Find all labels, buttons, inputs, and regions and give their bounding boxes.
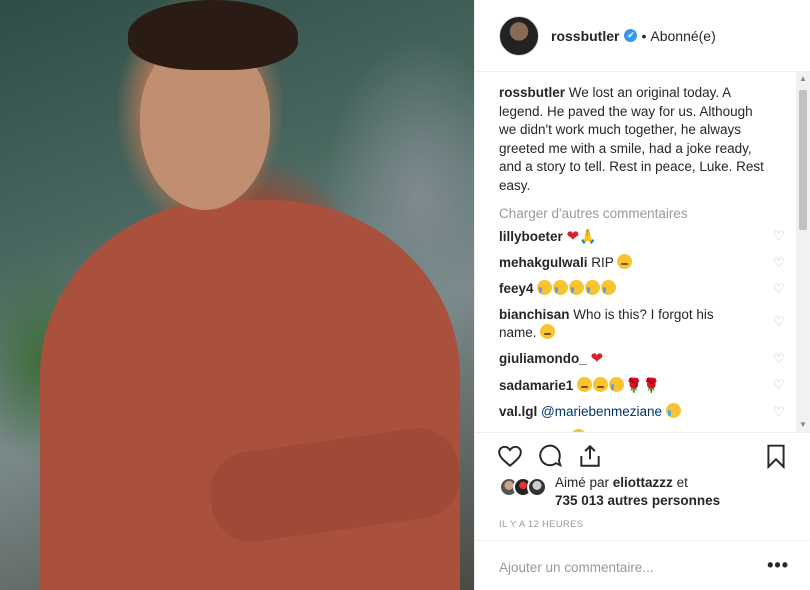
sad-emoji <box>617 254 633 269</box>
caption-text: We lost an original today. A legend. He … <box>499 85 764 193</box>
crying-emoji <box>585 280 601 295</box>
pray-emoji: 🙏 <box>579 228 597 244</box>
comment-row: feey4 ♡ <box>499 278 785 300</box>
bookmark-icon[interactable] <box>763 443 789 469</box>
post-caption: rossbutler We lost an original today. A … <box>499 84 769 195</box>
comments-section[interactable]: rossbutler We lost an original today. A … <box>475 72 810 432</box>
likes-count[interactable]: 735 013 autres personnes <box>555 493 720 508</box>
broken-heart-emoji: ❤ <box>566 228 580 245</box>
like-heart-icon[interactable]: ♡ <box>773 378 785 391</box>
comment-row: mehakgulwali RIP ♡ <box>499 252 785 274</box>
crying-emoji <box>537 280 553 295</box>
post-timestamp[interactable]: IL Y A 12 HEURES <box>499 519 583 530</box>
heart-icon[interactable] <box>497 443 523 469</box>
add-comment-input[interactable]: Ajouter un commentaire... <box>499 560 654 575</box>
liker-avatars <box>499 477 551 499</box>
comment-username[interactable]: val.lgl <box>499 404 537 419</box>
separator-dot: • <box>641 27 647 44</box>
comment-row: lillyboeter ❤🙏 ♡ <box>499 225 785 248</box>
crying-emoji <box>553 280 569 295</box>
comment-row: bianchisan Who is this? I forgot his nam… <box>499 304 785 344</box>
post-actions <box>475 432 810 478</box>
comment-username[interactable]: lillyboeter <box>499 229 563 244</box>
sad-emoji <box>593 377 609 392</box>
like-heart-icon[interactable]: ♡ <box>773 315 785 328</box>
comment-mention-link[interactable]: @mariebenmeziane <box>541 404 662 419</box>
scroll-down-arrow-icon[interactable]: ▼ <box>799 421 807 429</box>
comment-username[interactable]: sadamarie1 <box>499 378 573 393</box>
like-heart-icon[interactable]: ♡ <box>773 229 785 242</box>
scrollbar-thumb[interactable] <box>799 90 807 230</box>
like-heart-icon[interactable]: ♡ <box>773 405 785 418</box>
follow-status[interactable]: Abonné(e) <box>650 28 715 44</box>
likes-text: Aimé par eliottazzz et 735 013 autres pe… <box>555 474 720 514</box>
scroll-up-arrow-icon[interactable]: ▲ <box>799 75 807 83</box>
author-username[interactable]: rossbutler <box>551 28 619 44</box>
sad-emoji <box>540 324 556 339</box>
comment-icon[interactable] <box>537 443 563 469</box>
liker-username[interactable]: eliottazzz <box>613 475 673 490</box>
photo-hair <box>128 0 298 70</box>
comment-row: giuliamondo_ ❤ ♡ <box>499 348 785 370</box>
load-more-comments-button[interactable]: Charger d'autres commentaires <box>499 206 810 221</box>
likes-summary[interactable]: Aimé par eliottazzz et 735 013 autres pe… <box>499 474 799 514</box>
likes-prefix: Aimé par <box>555 475 610 490</box>
comment-username[interactable]: mehakgulwali <box>499 255 588 270</box>
crying-emoji <box>569 280 585 295</box>
post-photo[interactable] <box>0 0 474 590</box>
broken-heart-emoji: ❤ <box>590 350 604 367</box>
crying-emoji <box>601 280 617 295</box>
share-icon[interactable] <box>577 443 603 469</box>
comment-row: sadamarie1 🌹🌹 ♡ <box>499 374 785 397</box>
post-panel: rossbutler ✔ • Abonné(e) rossbutler We l… <box>474 0 810 590</box>
likes-connector: et <box>676 475 688 490</box>
comment-username[interactable]: feey4 <box>499 281 534 296</box>
author-avatar[interactable] <box>499 15 539 56</box>
comment-username[interactable]: giuliamondo_ <box>499 351 587 366</box>
comments-scrollbar[interactable]: ▲ ▼ <box>796 72 810 432</box>
crying-emoji <box>609 377 625 392</box>
rose-emoji: 🌹🌹 <box>625 377 660 393</box>
like-heart-icon[interactable]: ♡ <box>773 282 785 295</box>
like-heart-icon[interactable]: ♡ <box>773 256 785 269</box>
sad-emoji <box>577 377 593 392</box>
verified-icon: ✔ <box>624 29 638 42</box>
comment-row: val.lgl @mariebenmeziane ♡ <box>499 401 785 423</box>
liker-avatar <box>527 477 547 497</box>
comment-text: RIP <box>591 255 614 270</box>
crying-emoji <box>665 403 681 418</box>
add-comment-bar: Ajouter un commentaire... ••• <box>475 540 810 590</box>
caption-username[interactable]: rossbutler <box>499 85 565 100</box>
comment-username[interactable]: bianchisan <box>499 307 570 322</box>
post-header: rossbutler ✔ • Abonné(e) <box>475 0 810 72</box>
more-options-icon[interactable]: ••• <box>767 555 789 576</box>
like-heart-icon[interactable]: ♡ <box>773 352 785 365</box>
